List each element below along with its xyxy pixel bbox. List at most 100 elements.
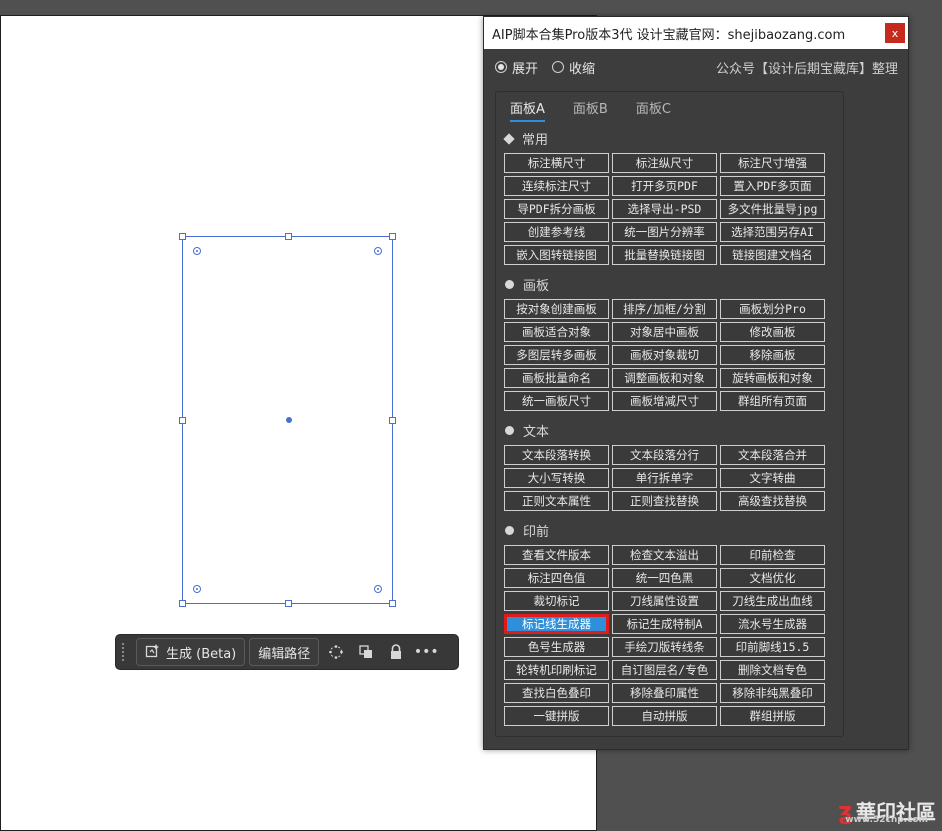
script-button[interactable]: 修改画板 xyxy=(720,322,825,342)
script-button[interactable]: 移除非纯黑叠印 xyxy=(720,683,825,703)
generate-sparkle-icon xyxy=(145,643,160,662)
script-button[interactable]: 大小写转换 xyxy=(504,468,609,488)
script-button[interactable]: 自订图层名/专色 xyxy=(612,660,717,680)
script-button[interactable]: 统一四色黑 xyxy=(612,568,717,588)
script-button[interactable]: 查找白色叠印 xyxy=(504,683,609,703)
script-button[interactable]: 印前检查 xyxy=(720,545,825,565)
duplicate-icon[interactable] xyxy=(353,638,379,666)
script-button[interactable]: 印前脚线15.5 xyxy=(720,637,825,657)
script-button[interactable]: 手绘刀版转线条 xyxy=(612,637,717,657)
corner-radius-widget[interactable] xyxy=(193,585,201,593)
tab-panel-a[interactable]: 面板A xyxy=(510,98,545,122)
generate-label: 生成 (Beta) xyxy=(166,646,237,662)
script-button[interactable]: 标注尺寸增强 xyxy=(720,153,825,173)
tab-panel-b[interactable]: 面板B xyxy=(573,98,608,122)
script-button[interactable]: 检查文本溢出 xyxy=(612,545,717,565)
generate-button[interactable]: 生成 (Beta) xyxy=(136,638,246,666)
resize-handle-top-right[interactable] xyxy=(389,233,396,240)
script-button[interactable]: 画板对象裁切 xyxy=(612,345,717,365)
script-button[interactable]: 调整画板和对象 xyxy=(612,368,717,388)
script-button[interactable]: 对象居中画板 xyxy=(612,322,717,342)
script-button[interactable]: 排序/加框/分割 xyxy=(612,299,717,319)
close-button[interactable]: x xyxy=(885,23,905,43)
script-button[interactable]: 画板批量命名 xyxy=(504,368,609,388)
script-button[interactable]: 移除叠印属性 xyxy=(612,683,717,703)
script-button[interactable]: 导PDF拆分画板 xyxy=(504,199,609,219)
script-button[interactable]: 色号生成器 xyxy=(504,637,609,657)
resize-handle-bottom[interactable] xyxy=(285,600,292,607)
script-button[interactable]: 裁切标记 xyxy=(504,591,609,611)
corner-radius-widget[interactable] xyxy=(374,247,382,255)
script-button[interactable]: 单行拆单字 xyxy=(612,468,717,488)
script-button[interactable]: 旋转画板和对象 xyxy=(720,368,825,388)
script-button[interactable]: 自动拼版 xyxy=(612,706,717,726)
tab-panel-c[interactable]: 面板C xyxy=(636,98,671,122)
resize-handle-left[interactable] xyxy=(179,417,186,424)
script-button[interactable]: 文本段落转换 xyxy=(504,445,609,465)
more-options-icon[interactable]: ••• xyxy=(413,638,439,666)
script-button[interactable]: 一键拼版 xyxy=(504,706,609,726)
script-button[interactable]: 画板适合对象 xyxy=(504,322,609,342)
transform-points-icon[interactable] xyxy=(323,638,349,666)
script-button[interactable]: 标记生成特制A xyxy=(612,614,717,634)
script-button[interactable]: 选择范围另存AI xyxy=(720,222,825,242)
script-button[interactable]: 画板划分Pro xyxy=(720,299,825,319)
script-button[interactable]: 正则查找替换 xyxy=(612,491,717,511)
radio-checked-icon xyxy=(495,61,507,73)
script-button[interactable]: 群组所有页面 xyxy=(720,391,825,411)
script-button[interactable]: 批量替换链接图 xyxy=(612,245,717,265)
radio-expand[interactable]: 展开 xyxy=(495,58,538,77)
circle-bullet-icon xyxy=(505,526,514,535)
resize-handle-bottom-right[interactable] xyxy=(389,600,396,607)
script-button[interactable]: 嵌入图转链接图 xyxy=(504,245,609,265)
resize-handle-right[interactable] xyxy=(389,417,396,424)
script-button[interactable]: 标注横尺寸 xyxy=(504,153,609,173)
script-button[interactable]: 移除画板 xyxy=(720,345,825,365)
script-button[interactable]: 群组拼版 xyxy=(720,706,825,726)
script-button[interactable]: 文本段落分行 xyxy=(612,445,717,465)
script-button[interactable]: 打开多页PDF xyxy=(612,176,717,196)
script-button[interactable]: 流水号生成器 xyxy=(720,614,825,634)
edit-path-button[interactable]: 编辑路径 xyxy=(249,638,320,666)
drag-grip-icon[interactable] xyxy=(122,643,128,661)
section-title: 印前 xyxy=(523,525,550,540)
script-button[interactable]: 统一图片分辨率 xyxy=(612,222,717,242)
lock-icon[interactable] xyxy=(383,638,409,666)
corner-radius-widget[interactable] xyxy=(193,247,201,255)
script-button[interactable]: 标记线生成器 xyxy=(504,614,609,634)
script-button[interactable]: 连续标注尺寸 xyxy=(504,176,609,196)
script-button[interactable]: 高级查找替换 xyxy=(720,491,825,511)
radio-unchecked-icon xyxy=(552,61,565,73)
script-button[interactable]: 链接图建文档名 xyxy=(720,245,825,265)
script-button[interactable]: 多文件批量导jpg xyxy=(720,199,825,219)
script-button[interactable]: 标注纵尺寸 xyxy=(612,153,717,173)
section-header-artboard: 画板 xyxy=(505,275,549,294)
resize-handle-top[interactable] xyxy=(285,233,292,240)
script-button[interactable]: 文字转曲 xyxy=(720,468,825,488)
circle-bullet-icon xyxy=(505,280,514,289)
resize-handle-top-left[interactable] xyxy=(179,233,186,240)
script-button[interactable]: 正则文本属性 xyxy=(504,491,609,511)
script-button[interactable]: 轮转机印刷标记 xyxy=(504,660,609,680)
script-button[interactable]: 选择导出-PSD xyxy=(612,199,717,219)
script-button[interactable]: 标注四色值 xyxy=(504,568,609,588)
corner-radius-widget[interactable] xyxy=(374,585,382,593)
resize-handle-bottom-left[interactable] xyxy=(179,600,186,607)
script-button[interactable]: 统一画板尺寸 xyxy=(504,391,609,411)
selected-rectangle[interactable] xyxy=(179,233,396,607)
contextual-task-bar: 生成 (Beta) 编辑路径 ••• xyxy=(115,634,459,670)
script-button[interactable]: 删除文档专色 xyxy=(720,660,825,680)
script-button[interactable]: 多图层转多画板 xyxy=(504,345,609,365)
script-button[interactable]: 创建参考线 xyxy=(504,222,609,242)
mode-row: 展开 收缩 公众号【设计后期宝藏库】整理 xyxy=(495,57,898,77)
script-button[interactable]: 置入PDF多页面 xyxy=(720,176,825,196)
radio-collapse[interactable]: 收缩 xyxy=(552,58,595,77)
script-button[interactable]: 画板增减尺寸 xyxy=(612,391,717,411)
panel-title-bar[interactable]: AIP脚本合集Pro版本3代 设计宝藏官网：shejibaozang.com x xyxy=(484,17,908,49)
script-button[interactable]: 文档优化 xyxy=(720,568,825,588)
script-button[interactable]: 刀线属性设置 xyxy=(612,591,717,611)
script-button[interactable]: 按对象创建画板 xyxy=(504,299,609,319)
script-button[interactable]: 刀线生成出血线 xyxy=(720,591,825,611)
script-button[interactable]: 查看文件版本 xyxy=(504,545,609,565)
script-button[interactable]: 文本段落合并 xyxy=(720,445,825,465)
